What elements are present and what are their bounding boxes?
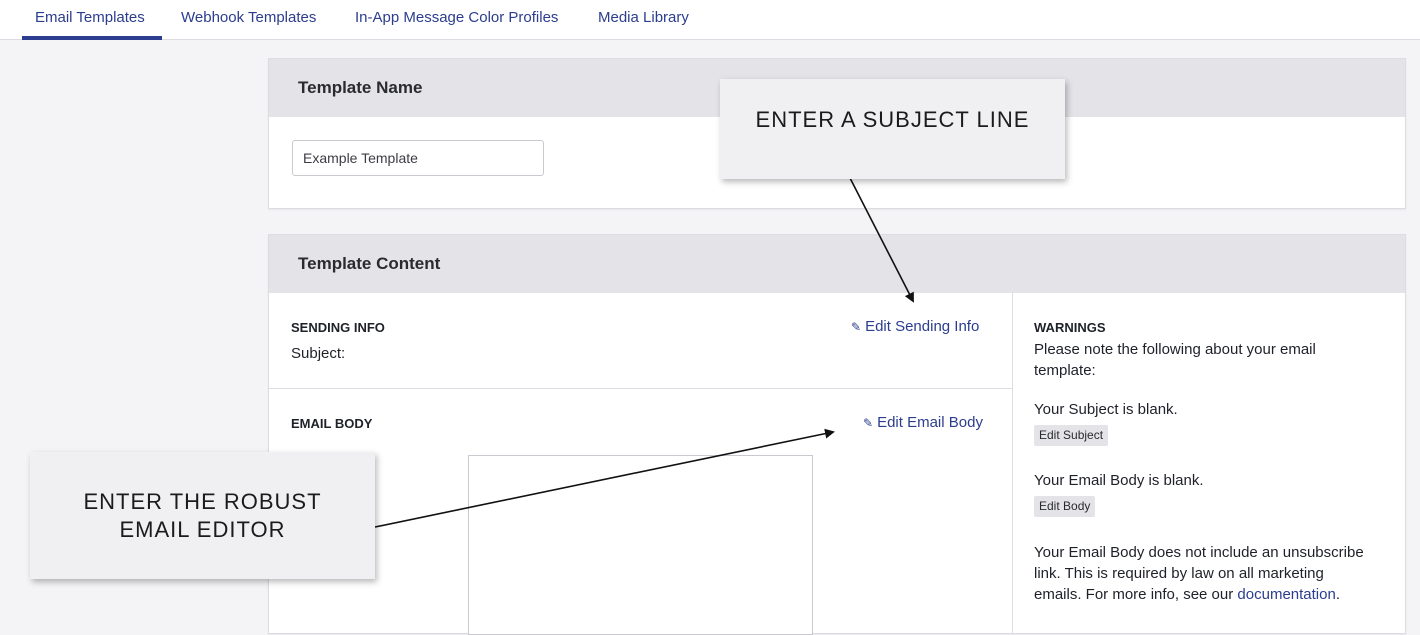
callout-editor-text: EMAIL EDITOR xyxy=(119,516,286,542)
arrow-to-edit-email-body xyxy=(374,428,835,528)
callout-subject-line: ENTER A SUBJECT LINE xyxy=(720,79,1065,179)
callout-email-editor: ENTER THE ROBUST EMAIL EDITOR xyxy=(30,452,375,579)
arrow-to-edit-sending-info xyxy=(849,177,914,303)
callout-editor-text: ENTER THE ROBUST xyxy=(83,488,322,514)
callout-subject-text: ENTER A SUBJECT LINE xyxy=(755,107,1030,132)
